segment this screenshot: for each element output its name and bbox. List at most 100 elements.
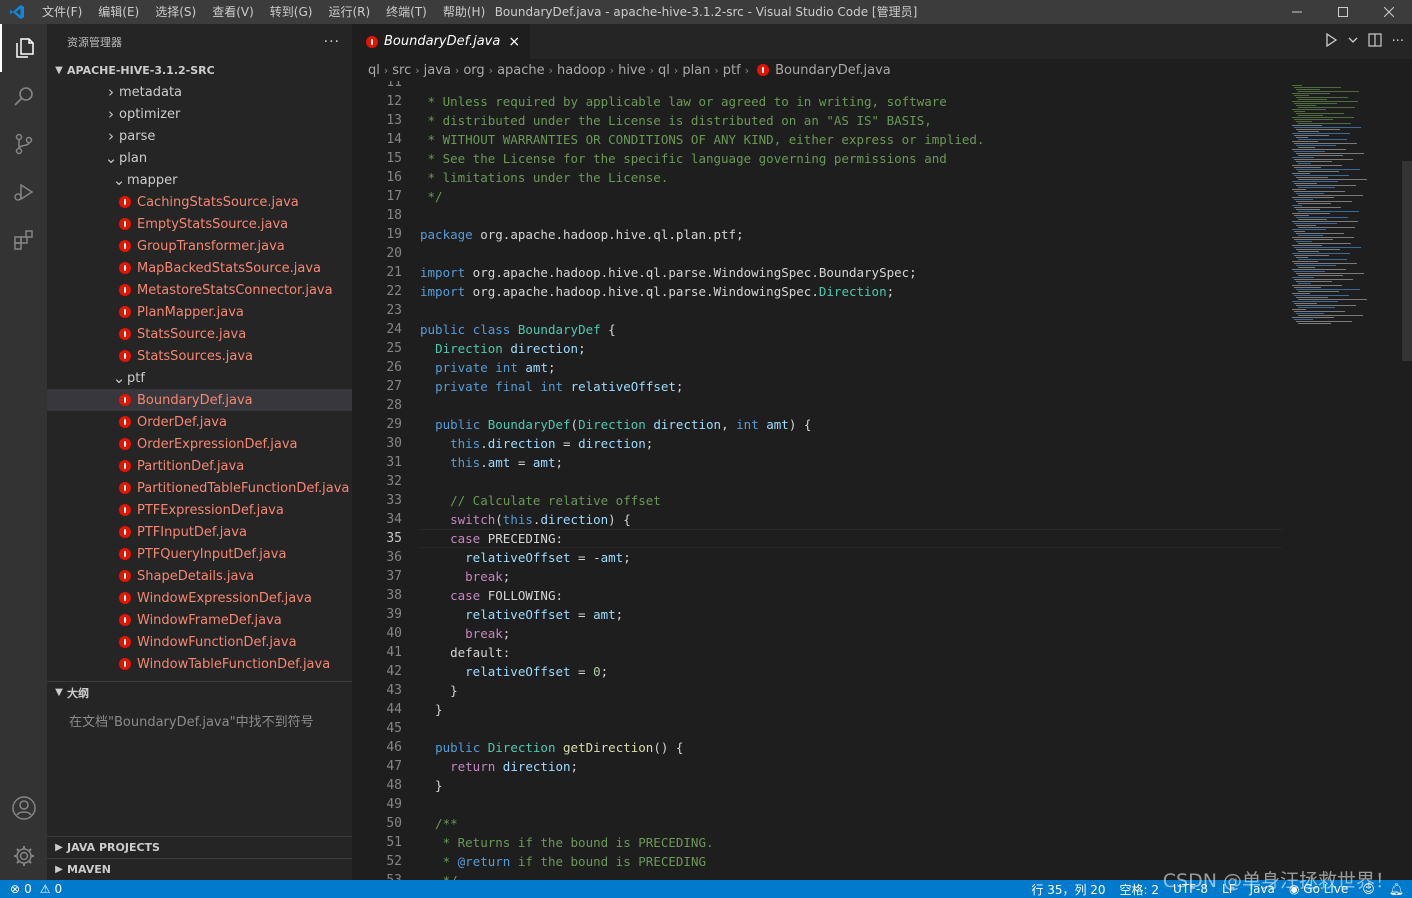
code-line[interactable] — [420, 795, 1280, 814]
menu-run[interactable]: 运行(R) — [320, 0, 378, 24]
workspace-root[interactable]: ▼ APACHE-HIVE-3.1.2-SRC — [47, 59, 352, 81]
code-line[interactable]: relativeOffset = -amt; — [420, 548, 1280, 567]
menu-terminal[interactable]: 终端(T) — [378, 0, 435, 24]
maven-section[interactable]: ▶ MAVEN — [47, 858, 352, 880]
file-item[interactable]: MetastoreStatsConnector.java — [47, 279, 352, 301]
code-line[interactable]: public BoundaryDef(Direction direction, … — [420, 415, 1280, 434]
code-line[interactable]: relativeOffset = 0; — [420, 662, 1280, 681]
file-item[interactable]: StatsSource.java — [47, 323, 352, 345]
breadcrumb-file[interactable]: BoundaryDef.java — [775, 63, 891, 78]
code-line[interactable]: // Calculate relative offset — [420, 491, 1280, 510]
folder-item[interactable]: › metadata — [47, 81, 352, 103]
source-control-icon[interactable] — [0, 120, 47, 168]
more-actions-icon[interactable]: ··· — [324, 34, 340, 50]
file-item[interactable]: PartitionedTableFunctionDef.java — [47, 477, 352, 499]
breadcrumb-item[interactable]: apache — [497, 63, 545, 78]
code-line[interactable]: default: — [420, 643, 1280, 662]
problems-indicator[interactable]: ⊗ 0 ⚠ 0 — [0, 882, 62, 896]
breadcrumb-item[interactable]: src — [392, 63, 411, 78]
code-line[interactable] — [420, 396, 1280, 415]
code-line[interactable]: * Unless required by applicable law or a… — [420, 92, 1280, 111]
code-line[interactable]: * See the License for the specific langu… — [420, 149, 1280, 168]
explorer-icon[interactable] — [0, 24, 47, 72]
file-item[interactable]: WindowExpressionDef.java — [47, 587, 352, 609]
code-line[interactable]: import org.apache.hadoop.hive.ql.parse.W… — [420, 282, 1280, 301]
chevron-down-icon[interactable] — [1348, 34, 1358, 49]
file-item[interactable]: WindowFunctionDef.java — [47, 631, 352, 653]
code-line[interactable]: /** — [420, 814, 1280, 833]
code-line[interactable] — [420, 81, 1280, 92]
code-lines[interactable]: * Unless required by applicable law or a… — [420, 81, 1280, 880]
code-line[interactable]: * Returns if the bound is PRECEDING. — [420, 833, 1280, 852]
code-line[interactable]: package org.apache.hadoop.hive.ql.plan.p… — [420, 225, 1280, 244]
file-item[interactable]: MapBackedStatsSource.java — [47, 257, 352, 279]
minimap[interactable] — [1288, 81, 1404, 324]
file-item[interactable]: EmptyStatsSource.java — [47, 213, 352, 235]
outline-section[interactable]: ▼ 大纲 — [47, 681, 352, 703]
code-line[interactable]: } — [420, 776, 1280, 795]
code-line[interactable]: * @return if the bound is PRECEDING — [420, 852, 1280, 871]
extensions-icon[interactable] — [0, 216, 47, 264]
file-item[interactable]: PlanMapper.java — [47, 301, 352, 323]
file-item[interactable]: OrderDef.java — [47, 411, 352, 433]
breadcrumb-item[interactable]: ql — [658, 63, 670, 78]
code-line[interactable] — [420, 301, 1280, 320]
java-projects-section[interactable]: ▶ JAVA PROJECTS — [47, 836, 352, 858]
code-editor[interactable]: 11 12 13 14 15 16 17 18 19 20 21 22 23 24 25 26 27 28 29 30… — [352, 81, 1412, 880]
file-item[interactable]: ShapeDetails.java — [47, 565, 352, 587]
tab-close-icon[interactable]: × — [508, 34, 520, 50]
run-debug-icon[interactable] — [0, 168, 47, 216]
file-item[interactable]: CachingStatsSource.java — [47, 191, 352, 213]
menu-go[interactable]: 转到(G) — [262, 0, 321, 24]
file-item[interactable]: StatsSources.java — [47, 345, 352, 367]
indentation[interactable]: 空格: 2 — [1120, 881, 1160, 898]
file-item[interactable]: WindowTableFunctionDef.java — [47, 653, 352, 675]
breadcrumb-item[interactable]: ql — [368, 63, 380, 78]
breadcrumb-item[interactable]: java — [424, 63, 451, 78]
code-line[interactable]: return direction; — [420, 757, 1280, 776]
code-line[interactable]: this.amt = amt; — [420, 453, 1280, 472]
menu-view[interactable]: 查看(V) — [204, 0, 262, 24]
code-line[interactable] — [420, 206, 1280, 225]
account-icon[interactable] — [0, 784, 47, 832]
file-item[interactable]: PartitionDef.java — [47, 455, 352, 477]
code-line[interactable]: * limitations under the License. — [420, 168, 1280, 187]
code-line[interactable]: } — [420, 681, 1280, 700]
code-line[interactable]: } — [420, 700, 1280, 719]
maximize-icon[interactable] — [1320, 0, 1366, 24]
file-item[interactable]: PTFExpressionDef.java — [47, 499, 352, 521]
breadcrumb-item[interactable]: ptf — [723, 63, 741, 78]
code-line[interactable]: * distributed under the License is distr… — [420, 111, 1280, 130]
code-line[interactable] — [420, 244, 1280, 263]
search-icon[interactable] — [0, 72, 47, 120]
file-item[interactable]: WindowFrameDef.java — [47, 609, 352, 631]
run-icon[interactable] — [1324, 32, 1338, 51]
folder-item[interactable]: ⌄ plan — [47, 147, 352, 169]
code-line[interactable]: switch(this.direction) { — [420, 510, 1280, 529]
code-line[interactable]: */ — [420, 871, 1280, 880]
settings-gear-icon[interactable] — [0, 832, 47, 880]
code-line[interactable]: break; — [420, 624, 1280, 643]
file-item[interactable]: OrderExpressionDef.java — [47, 433, 352, 455]
code-line[interactable]: relativeOffset = amt; — [420, 605, 1280, 624]
file-item[interactable]: GroupTransformer.java — [47, 235, 352, 257]
file-item[interactable]: PTFQueryInputDef.java — [47, 543, 352, 565]
menu-file[interactable]: 文件(F) — [34, 0, 90, 24]
breadcrumb-item[interactable]: org — [463, 63, 484, 78]
code-line[interactable]: Direction direction; — [420, 339, 1280, 358]
file-item[interactable]: PTFInputDef.java — [47, 521, 352, 543]
code-line[interactable]: case FOLLOWING: — [420, 586, 1280, 605]
folder-item[interactable]: ⌄ ptf — [47, 367, 352, 389]
menu-edit[interactable]: 编辑(E) — [90, 0, 147, 24]
split-editor-icon[interactable] — [1367, 32, 1382, 51]
folder-item[interactable]: ⌄ mapper — [47, 169, 352, 191]
code-line[interactable] — [420, 719, 1280, 738]
breadcrumb-item[interactable]: plan — [682, 63, 710, 78]
code-line[interactable]: */ — [420, 187, 1280, 206]
more-actions-icon[interactable]: ··· — [1392, 34, 1404, 49]
code-line[interactable]: * WITHOUT WARRANTIES OR CONDITIONS OF AN… — [420, 130, 1280, 149]
code-line[interactable]: case PRECEDING: — [420, 529, 1280, 548]
cursor-position[interactable]: 行 35，列 20 — [1031, 881, 1105, 898]
breadcrumb-item[interactable]: hive — [618, 63, 646, 78]
code-line[interactable]: public Direction getDirection() { — [420, 738, 1280, 757]
